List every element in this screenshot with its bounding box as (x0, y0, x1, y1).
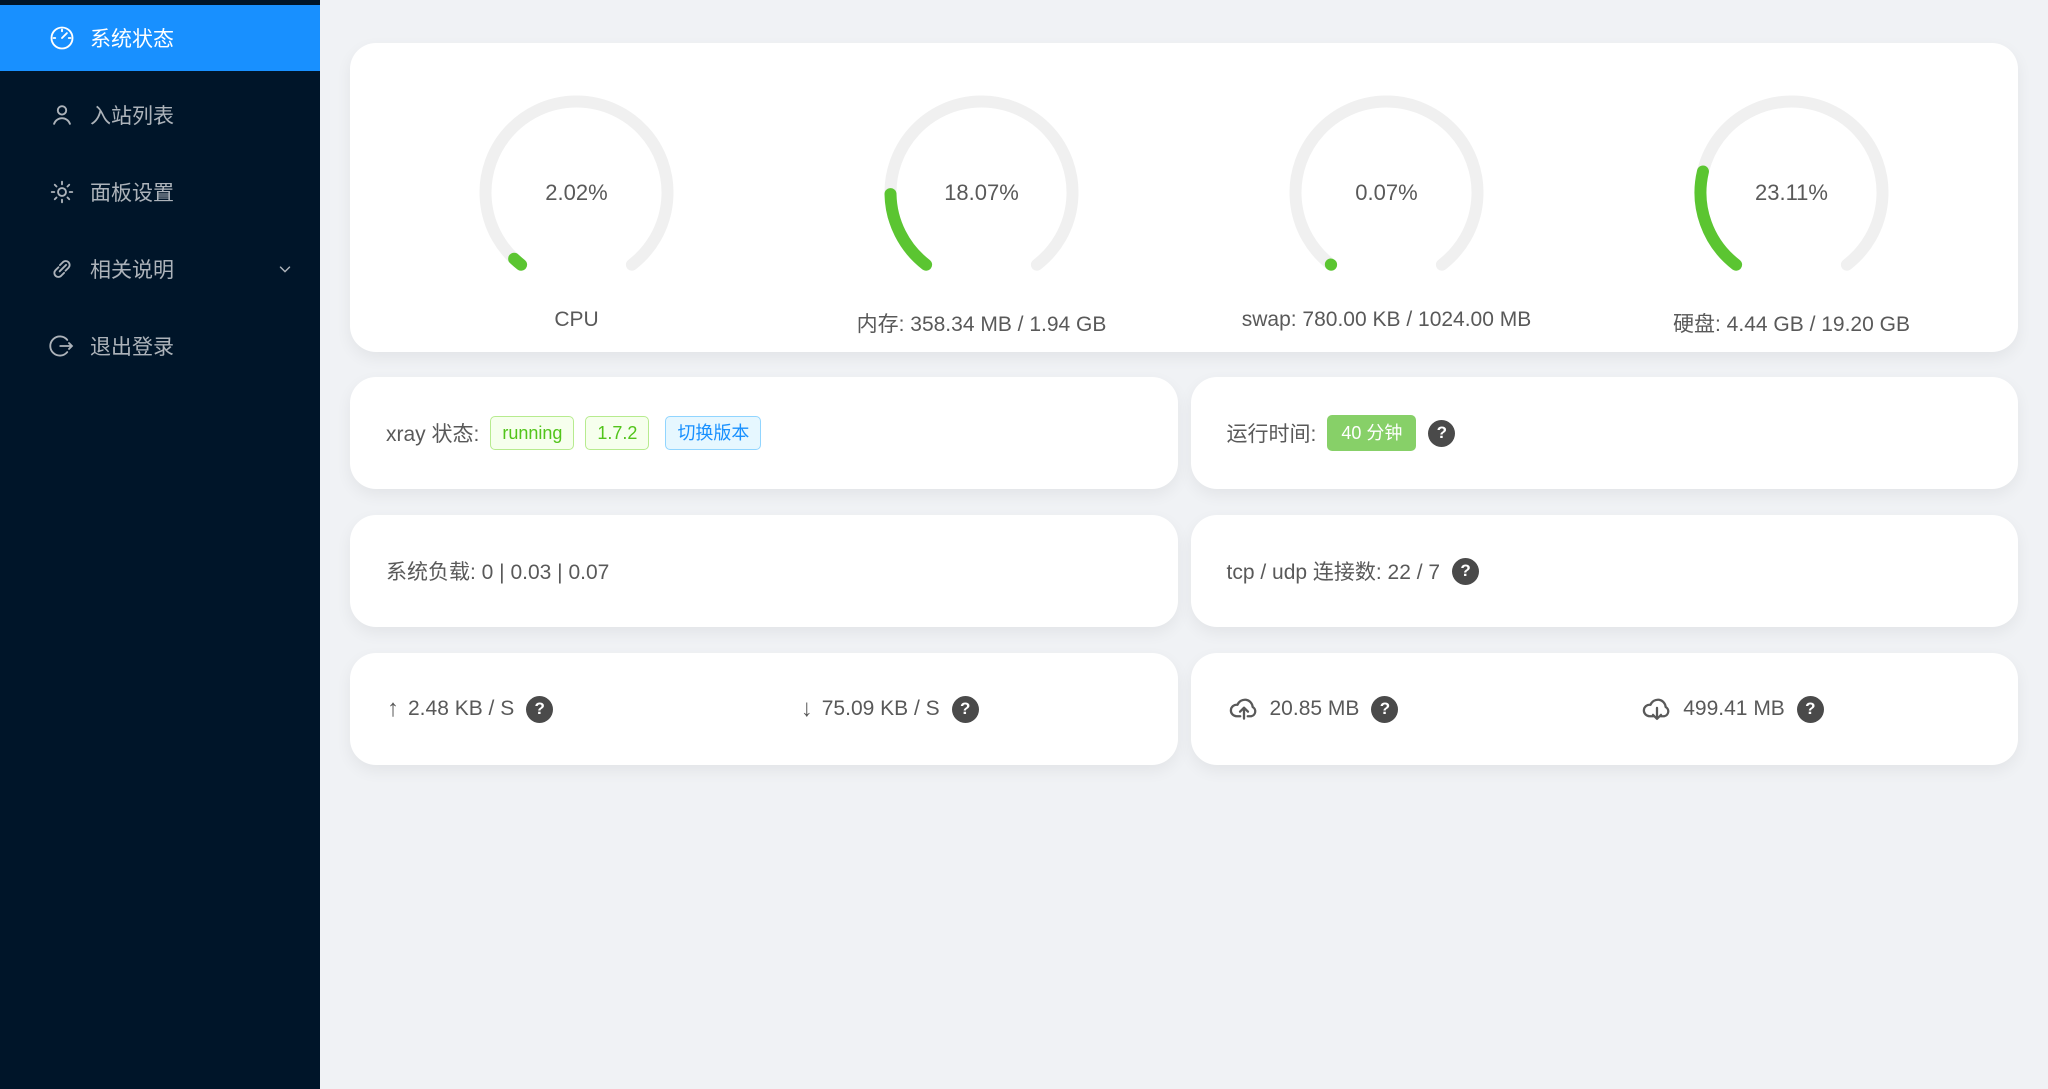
disk-label: 硬盘: 4.44 GB / 19.20 GB (1673, 313, 1910, 336)
sidebar-menu: 系统状态 入站列表 面板设置 相关说明 退出登录 (0, 0, 320, 379)
download-speed: ↓ 75.09 KB / S ? (764, 695, 1178, 723)
system-load-text: 系统负载: 0 | 0.03 | 0.07 (386, 561, 610, 584)
uptime-label: 运行时间: (1226, 423, 1317, 446)
memory-percent: 18.07% (944, 179, 1019, 205)
upload-speed: ↑ 2.48 KB / S ? (350, 695, 764, 723)
sidebar-item-label: 相关说明 (90, 259, 174, 282)
chevron-down-icon (276, 260, 294, 278)
switch-version-button[interactable]: 切换版本 (665, 416, 762, 450)
main-content: 2.02% CPU 18.07% 内存: 358.34 MB / 1.94 GB… (320, 0, 2048, 1089)
traffic-total-card: 20.85 MB ? 499.41 MB ? (1190, 653, 2018, 765)
cloud-download-icon (1641, 693, 1673, 725)
sidebar-item-label: 入站列表 (90, 105, 174, 128)
sidebar: 系统状态 入站列表 面板设置 相关说明 退出登录 (0, 0, 320, 1089)
swap-percent: 0.07% (1355, 179, 1418, 205)
sidebar-item-label: 退出登录 (90, 336, 174, 359)
link-icon (48, 255, 76, 283)
sidebar-item-panel-settings[interactable]: 面板设置 (0, 159, 320, 225)
uptime-card: 运行时间: 40 分钟 ? (1190, 377, 2018, 489)
logout-icon (48, 332, 76, 360)
arrow-up-icon: ↑ (387, 695, 399, 722)
upload-speed-value: 2.48 KB / S (408, 697, 515, 720)
user-icon (48, 101, 76, 129)
swap-gauge: 0.07% swap: 780.00 KB / 1024.00 MB (1184, 43, 1589, 352)
upload-total: 20.85 MB ? (1191, 693, 1605, 725)
connections-text: tcp / udp 连接数: 22 / 7 (1226, 561, 1441, 584)
question-circle-icon[interactable]: ? (1371, 695, 1399, 723)
disk-gauge: 23.11% 硬盘: 4.44 GB / 19.20 GB (1589, 43, 1994, 352)
question-circle-icon[interactable]: ? (951, 695, 979, 723)
arrow-down-icon: ↓ (800, 695, 813, 722)
memory-label: 内存: 358.34 MB / 1.94 GB (856, 313, 1107, 336)
sidebar-item-inbound-list[interactable]: 入站列表 (0, 82, 320, 148)
connections-card: tcp / udp 连接数: 22 / 7 ? (1190, 515, 2018, 627)
upload-total-value: 20.85 MB (1269, 697, 1360, 720)
xray-status-card: xray 状态: running 1.7.2 切换版本 (350, 377, 1178, 489)
question-circle-icon[interactable]: ? (1796, 695, 1824, 723)
sidebar-item-docs[interactable]: 相关说明 (0, 236, 320, 302)
cloud-upload-icon (1228, 693, 1260, 725)
memory-gauge-ring: 18.07% (884, 95, 1079, 290)
cpu-gauge-ring: 2.02% (479, 95, 674, 290)
system-gauges-card: 2.02% CPU 18.07% 内存: 358.34 MB / 1.94 GB… (350, 43, 2018, 352)
download-total: 499.41 MB ? (1604, 693, 2018, 725)
sidebar-item-label: 面板设置 (90, 182, 174, 205)
swap-gauge-ring: 0.07% (1289, 95, 1484, 290)
cpu-percent: 2.02% (545, 179, 608, 205)
sidebar-item-label: 系统状态 (90, 28, 174, 51)
download-speed-value: 75.09 KB / S (821, 697, 940, 720)
cpu-label: CPU (554, 308, 599, 331)
question-circle-icon[interactable]: ? (1452, 557, 1480, 585)
uptime-badge: 40 分钟 (1327, 415, 1417, 451)
memory-gauge: 18.07% 内存: 358.34 MB / 1.94 GB (779, 43, 1184, 352)
swap-label: swap: 780.00 KB / 1024.00 MB (1241, 308, 1532, 331)
gear-icon (48, 178, 76, 206)
network-speed-card: ↑ 2.48 KB / S ? ↓ 75.09 KB / S ? (350, 653, 1178, 765)
download-total-value: 499.41 MB (1683, 697, 1785, 720)
sidebar-item-logout[interactable]: 退出登录 (0, 313, 320, 379)
question-circle-icon[interactable]: ? (526, 695, 554, 723)
question-circle-icon[interactable]: ? (1428, 419, 1456, 447)
xray-version-tag: 1.7.2 (585, 416, 650, 450)
xray-status-label: xray 状态: (386, 423, 480, 446)
xray-running-tag: running (490, 416, 575, 450)
disk-gauge-ring: 23.11% (1694, 95, 1889, 290)
disk-percent: 23.11% (1755, 179, 1828, 205)
cpu-gauge: 2.02% CPU (374, 43, 779, 352)
system-load-card: 系统负载: 0 | 0.03 | 0.07 (350, 515, 1178, 627)
dashboard-icon (48, 24, 76, 52)
sidebar-item-system-status[interactable]: 系统状态 (0, 5, 320, 71)
